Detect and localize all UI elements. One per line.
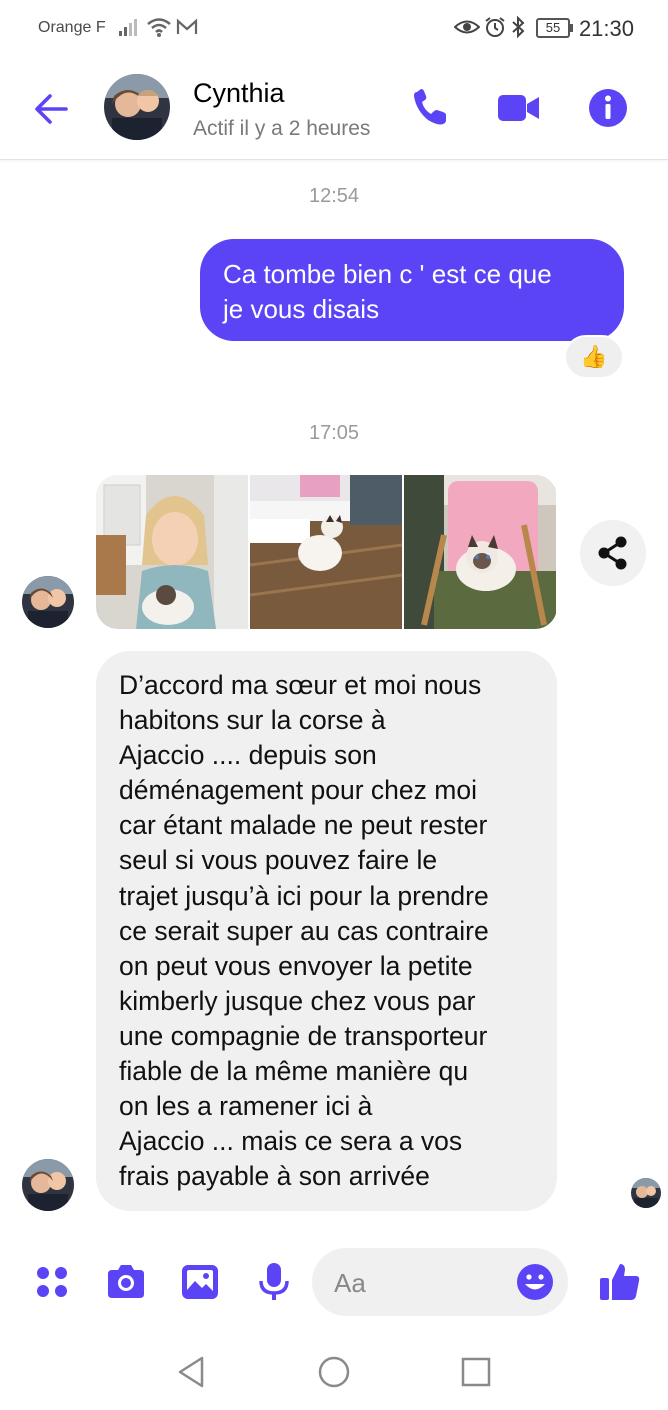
message-timestamp: 17:05 <box>308 422 360 444</box>
mail-icon <box>176 18 198 34</box>
signal-icon <box>119 19 137 36</box>
info-icon[interactable] <box>586 86 630 130</box>
video-camera-icon[interactable] <box>496 86 540 130</box>
photo-kitten-in-chair[interactable] <box>404 475 556 629</box>
photo-album[interactable] <box>96 475 557 629</box>
alarm-icon <box>485 17 505 37</box>
incoming-message[interactable]: D’accord ma sœur et moi nous habitons su… <box>96 651 557 1211</box>
share-icon[interactable] <box>580 520 646 586</box>
eye-icon <box>454 20 480 34</box>
nav-home-icon[interactable] <box>314 1352 354 1392</box>
emoji-icon[interactable] <box>515 1262 555 1302</box>
contact-name[interactable]: Cynthia <box>193 78 285 109</box>
wifi-icon <box>147 18 171 37</box>
thumbs-up-icon[interactable] <box>598 1260 642 1304</box>
clock: 21:30 <box>578 16 634 41</box>
back-arrow-icon[interactable] <box>30 88 72 130</box>
camera-icon[interactable] <box>104 1260 148 1304</box>
microphone-icon[interactable] <box>252 1260 296 1304</box>
reaction-badge[interactable]: 👍 <box>564 335 624 379</box>
battery-level: 55 <box>545 20 561 35</box>
sender-avatar[interactable] <box>22 1159 74 1211</box>
system-navigation-bar <box>0 1330 668 1410</box>
message-timestamp: 12:54 <box>308 185 360 207</box>
status-bar: Orange F 55 21:30 <box>0 0 668 58</box>
battery-icon: 55 <box>536 18 570 38</box>
photo-girl-with-kitten[interactable] <box>96 475 248 629</box>
carrier-label: Orange F <box>38 19 106 36</box>
outgoing-message[interactable]: Ca tombe bien c ' est ce que je vous dis… <box>200 239 624 341</box>
message-input[interactable]: Aa <box>312 1248 568 1316</box>
seen-receipt-avatar <box>631 1178 661 1208</box>
sender-avatar[interactable] <box>22 576 74 628</box>
message-input-placeholder: Aa <box>334 1268 366 1298</box>
contact-avatar[interactable] <box>104 74 170 140</box>
gallery-icon[interactable] <box>178 1260 222 1304</box>
photo-kitten-on-floor[interactable] <box>250 475 402 629</box>
bluetooth-icon <box>512 16 525 38</box>
phone-icon[interactable] <box>408 86 452 130</box>
presence-status: Actif il y a 2 heures <box>193 117 371 140</box>
nav-recents-icon[interactable] <box>456 1352 496 1392</box>
apps-icon[interactable] <box>30 1260 74 1304</box>
nav-back-icon[interactable] <box>172 1352 212 1392</box>
message-composer: Aa <box>0 1240 668 1324</box>
conversation-header: Cynthia Actif il y a 2 heures <box>0 58 668 160</box>
